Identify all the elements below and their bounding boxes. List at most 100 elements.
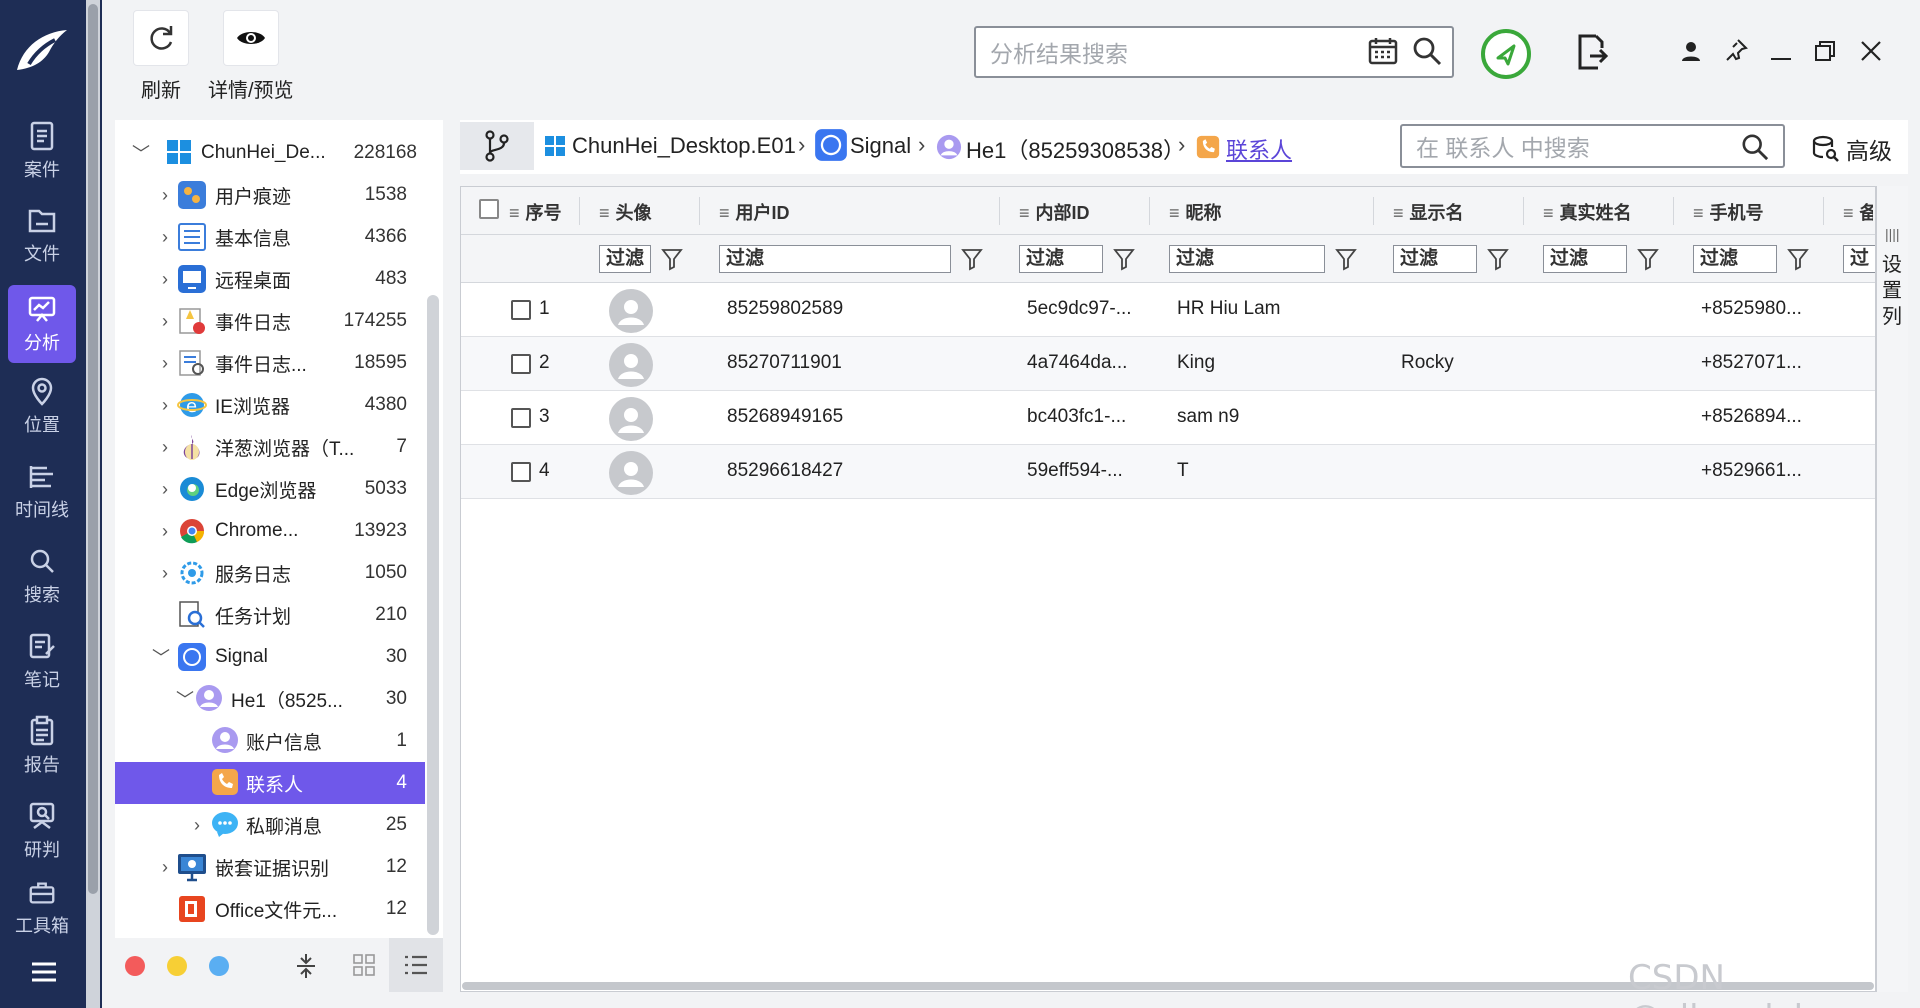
- tree-item-user-traces[interactable]: › 用户痕迹 1538: [115, 174, 425, 216]
- nav-item-analysis[interactable]: 分析: [8, 285, 76, 363]
- red-tag-filter[interactable]: [125, 956, 145, 976]
- list-view-button[interactable]: [389, 938, 443, 992]
- nav-item-timeline[interactable]: 时间线: [8, 452, 76, 530]
- tree-item-nested-evidence[interactable]: › 嵌套证据识别 12: [115, 846, 425, 888]
- filter-icon[interactable]: [661, 247, 683, 271]
- tree-item-office-metadata[interactable]: Office文件元... 12: [115, 888, 425, 930]
- tree-item-basic-info[interactable]: › 基本信息 4366: [115, 216, 425, 258]
- chevron-down-icon[interactable]: ﹀: [131, 140, 151, 166]
- pin-icon[interactable]: [1724, 38, 1748, 67]
- row-checkbox[interactable]: [511, 408, 531, 428]
- breadcrumb-current[interactable]: 联系人: [1226, 133, 1292, 165]
- tree-item-account-he1[interactable]: ﹀ He1（8525... 30: [115, 678, 425, 720]
- column-header-real-name[interactable]: ≡ 真实姓名: [1543, 199, 1632, 225]
- filter-input-nickname[interactable]: 过滤: [1169, 245, 1325, 273]
- chevron-right-icon[interactable]: ›: [155, 185, 175, 206]
- connection-status-icon[interactable]: [1480, 28, 1532, 85]
- tree-item-account-info[interactable]: 账户信息 1: [115, 720, 425, 762]
- tree-scrollbar[interactable]: [427, 295, 439, 935]
- table-row[interactable]: 2 85270711901 4a7464da... King Rocky +85…: [461, 337, 1875, 391]
- tree-root[interactable]: ﹀ ChunHei_De... 228168: [115, 132, 425, 174]
- contacts-search-input[interactable]: 在 联系人 中搜索: [1400, 124, 1785, 168]
- column-header-nickname[interactable]: ≡ 昵称: [1169, 199, 1222, 225]
- filter-input-display-name[interactable]: 过滤: [1393, 245, 1477, 273]
- chevron-down-icon[interactable]: ﹀: [175, 686, 195, 712]
- chevron-right-icon[interactable]: ›: [155, 563, 175, 584]
- calendar-icon[interactable]: [1368, 36, 1398, 66]
- filter-input-internal-id[interactable]: 过滤: [1019, 245, 1103, 273]
- tree-item-service-log[interactable]: › 服务日志 1050: [115, 552, 425, 594]
- nav-item-report[interactable]: 报告: [8, 707, 76, 785]
- collapse-all-icon[interactable]: [295, 952, 317, 980]
- blue-tag-filter[interactable]: [209, 956, 229, 976]
- column-header-avatar[interactable]: ≡ 头像: [599, 199, 652, 225]
- chevron-right-icon[interactable]: ›: [187, 815, 207, 836]
- chevron-right-icon[interactable]: ›: [155, 269, 175, 290]
- export-icon[interactable]: [1576, 34, 1609, 75]
- tree-item-scheduled-tasks[interactable]: 任务计划 210: [115, 594, 425, 636]
- user-icon[interactable]: [1680, 40, 1702, 67]
- table-row[interactable]: 3 85268949165 bc403fc1-... sam n9 +85268…: [461, 391, 1875, 445]
- column-header-display-name[interactable]: ≡ 显示名: [1393, 199, 1464, 225]
- close-icon[interactable]: [1860, 40, 1882, 67]
- breadcrumb-item[interactable]: Signal: [850, 133, 911, 159]
- row-checkbox[interactable]: [511, 354, 531, 374]
- filter-icon[interactable]: [1637, 247, 1659, 271]
- breadcrumb-item[interactable]: ChunHei_Desktop.E01: [572, 133, 796, 159]
- nav-item-location[interactable]: 位置: [8, 367, 76, 445]
- chevron-right-icon[interactable]: ›: [155, 479, 175, 500]
- nav-item-files[interactable]: 文件: [8, 196, 76, 274]
- column-header-user-id[interactable]: ≡ 用户ID: [719, 199, 790, 225]
- filter-input-avatar[interactable]: 过滤: [599, 245, 651, 273]
- tree-item-ie-browser[interactable]: › e IE浏览器 4380: [115, 384, 425, 426]
- chevron-right-icon[interactable]: ›: [155, 437, 175, 458]
- tree-toggle-button[interactable]: [460, 122, 534, 170]
- column-header-phone[interactable]: ≡ 手机号: [1693, 199, 1764, 225]
- filter-input-remark[interactable]: 过滤: [1843, 245, 1875, 273]
- chevron-right-icon[interactable]: ›: [155, 857, 175, 878]
- chevron-right-icon[interactable]: ›: [155, 311, 175, 332]
- filter-input-real-name[interactable]: 过滤: [1543, 245, 1627, 273]
- nav-item-search[interactable]: 搜索: [8, 537, 76, 615]
- tree-item-tor-browser[interactable]: › 洋葱浏览器（T... 7: [115, 426, 425, 468]
- row-checkbox[interactable]: [511, 462, 531, 482]
- advanced-search-button[interactable]: 高级: [1812, 132, 1892, 166]
- yellow-tag-filter[interactable]: [167, 956, 187, 976]
- refresh-button[interactable]: 刷新: [133, 10, 189, 103]
- chevron-right-icon[interactable]: ›: [155, 353, 175, 374]
- filter-icon[interactable]: [1113, 247, 1135, 271]
- chevron-down-icon[interactable]: ﹀: [151, 644, 171, 670]
- menu-icon[interactable]: [30, 960, 58, 989]
- tree-item-signal[interactable]: ﹀ Signal 30: [115, 636, 425, 678]
- column-header-remark[interactable]: ≡ 备: [1843, 199, 1873, 225]
- filter-input-phone[interactable]: 过滤: [1693, 245, 1777, 273]
- table-row[interactable]: 1 85259802589 5ec9dc97-... HR Hiu Lam +8…: [461, 283, 1875, 337]
- breadcrumb-item[interactable]: He1（85259308538）: [966, 133, 1185, 165]
- search-icon[interactable]: [1741, 133, 1769, 161]
- filter-input-user-id[interactable]: 过滤: [719, 245, 951, 273]
- grid-view-icon[interactable]: [353, 954, 375, 976]
- tree-item-event-log[interactable]: › 事件日志 174255: [115, 300, 425, 342]
- row-checkbox[interactable]: [511, 300, 531, 320]
- filter-icon[interactable]: [1487, 247, 1509, 271]
- tree-item-chrome[interactable]: › Chrome... 13923: [115, 510, 425, 552]
- nav-item-case[interactable]: 案件: [8, 112, 76, 190]
- column-settings-button[interactable]: |||| 设 置 列: [1876, 186, 1908, 992]
- analysis-search-input[interactable]: 分析结果搜索: [974, 26, 1454, 78]
- nav-item-judge[interactable]: 研判: [8, 792, 76, 870]
- tree-item-event-log-2[interactable]: › 事件日志... 18595: [115, 342, 425, 384]
- filter-icon[interactable]: [961, 247, 983, 271]
- minimize-icon[interactable]: [1770, 48, 1792, 66]
- chevron-right-icon[interactable]: ›: [155, 227, 175, 248]
- chevron-right-icon[interactable]: ›: [155, 395, 175, 416]
- filter-icon[interactable]: [1335, 247, 1357, 271]
- preview-button[interactable]: 详情/预览: [208, 10, 294, 103]
- search-icon[interactable]: [1412, 36, 1442, 66]
- column-header-internal-id[interactable]: ≡ 内部ID: [1019, 199, 1090, 225]
- table-row[interactable]: 4 85296618427 59eff594-... T +8529661...: [461, 445, 1875, 499]
- filter-icon[interactable]: [1787, 247, 1809, 271]
- restore-icon[interactable]: [1814, 40, 1836, 67]
- tree-item-remote-desktop[interactable]: › 远程桌面 483: [115, 258, 425, 300]
- column-header-index[interactable]: ≡ 序号: [509, 199, 562, 225]
- nav-item-toolbox[interactable]: 工具箱: [8, 878, 76, 938]
